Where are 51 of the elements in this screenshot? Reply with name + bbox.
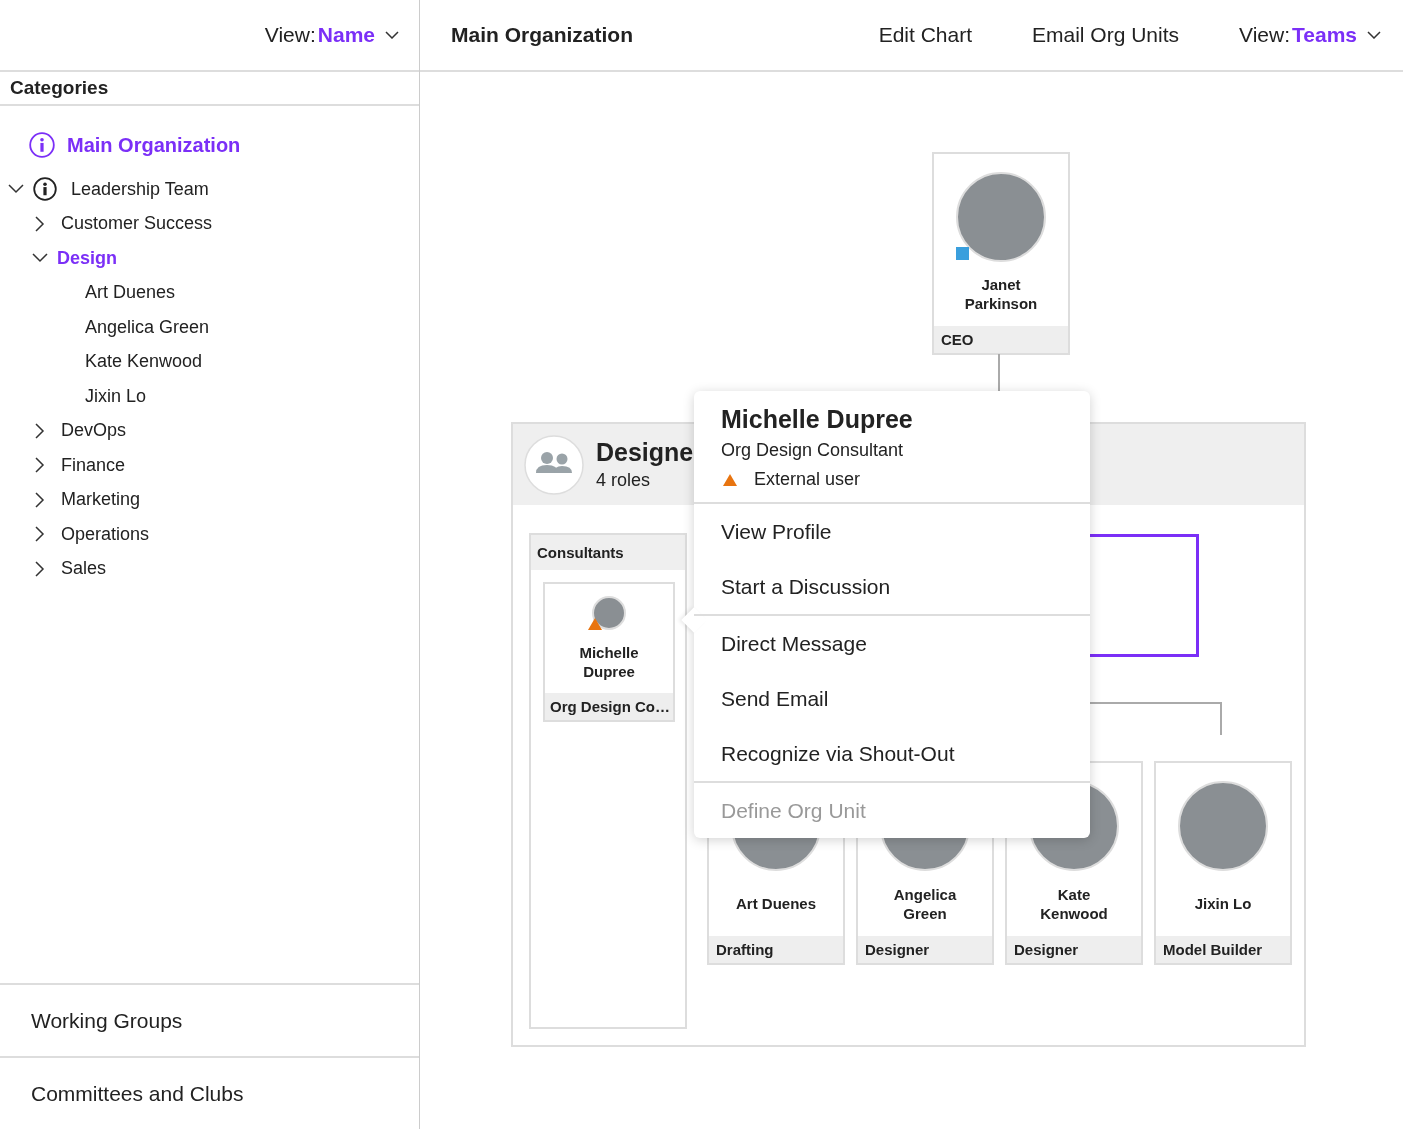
person-name: Angelica Green: [892, 884, 958, 923]
tree-item[interactable]: Kate Kenwood: [85, 351, 203, 373]
person-name: Michelle Dupree: [721, 405, 914, 434]
column-heading: Consultants: [531, 535, 685, 570]
section-link[interactable]: Working Groups: [31, 1008, 183, 1033]
role-label: Org Design Co…: [545, 693, 673, 720]
person-card[interactable]: Janet Parkinson CEO: [932, 152, 1070, 355]
person-card[interactable]: Michelle Dupree Org Design Co…: [543, 582, 675, 722]
tree-item[interactable]: Sales: [61, 558, 107, 580]
role-label: Model Builder: [1156, 936, 1290, 963]
group-icon: [524, 434, 584, 495]
menu-item[interactable]: Send Email: [694, 671, 1090, 726]
tree-item[interactable]: Art Duenes: [85, 282, 176, 304]
menu-item[interactable]: View Profile: [694, 504, 1090, 559]
tree-item[interactable]: Finance: [61, 454, 126, 476]
caret-icon: [385, 31, 399, 39]
view-dropdown[interactable]: View:Teams: [1239, 23, 1381, 47]
warning-triangle-icon: [723, 473, 737, 486]
tree-item[interactable]: Marketing: [61, 489, 141, 511]
tree-item[interactable]: Main Organization: [67, 133, 241, 157]
team-title: Designe: [596, 438, 694, 467]
menu-item[interactable]: Start a Discussion: [694, 559, 1090, 614]
person-name: Jixin Lo: [1194, 894, 1252, 913]
tree-item[interactable]: Customer Success: [61, 213, 213, 235]
photo-placeholder: [592, 596, 626, 630]
person-name: Michelle Dupree: [578, 642, 640, 681]
tree-item[interactable]: Leadership Team: [71, 178, 209, 200]
person-name: Art Duenes: [736, 894, 816, 913]
toolbar-link[interactable]: Edit Chart: [878, 23, 972, 47]
role-label: Designer: [858, 936, 992, 963]
tree-item[interactable]: DevOps: [61, 420, 127, 442]
tree-item[interactable]: Design: [57, 247, 117, 269]
person-card[interactable]: Jixin Lo Model Builder: [1154, 761, 1292, 965]
tree-item[interactable]: Angelica Green: [85, 316, 210, 338]
view-dropdown[interactable]: View:Name: [264, 23, 399, 47]
role-label: Designer: [1007, 936, 1141, 963]
job-title: Org Design Consultant: [721, 440, 905, 461]
role-label: Drafting: [709, 936, 843, 963]
section-link[interactable]: Committees and Clubs: [31, 1081, 244, 1106]
section-heading: Categories: [0, 72, 419, 106]
page-title: Main Organization: [451, 23, 633, 47]
toolbar-link[interactable]: Email Org Units: [1032, 23, 1180, 47]
caret-icon: [1367, 31, 1381, 39]
person-name: Kate Kenwood: [1039, 884, 1109, 923]
menu-item[interactable]: Direct Message: [694, 616, 1090, 671]
role-label: CEO: [934, 326, 1068, 353]
role-count: 4 roles: [596, 470, 652, 491]
tree-item[interactable]: Jixin Lo: [85, 385, 147, 407]
tree-item[interactable]: Operations: [61, 523, 150, 545]
person-name: Janet Parkinson: [963, 275, 1039, 313]
user-type-label: External user: [754, 469, 861, 490]
